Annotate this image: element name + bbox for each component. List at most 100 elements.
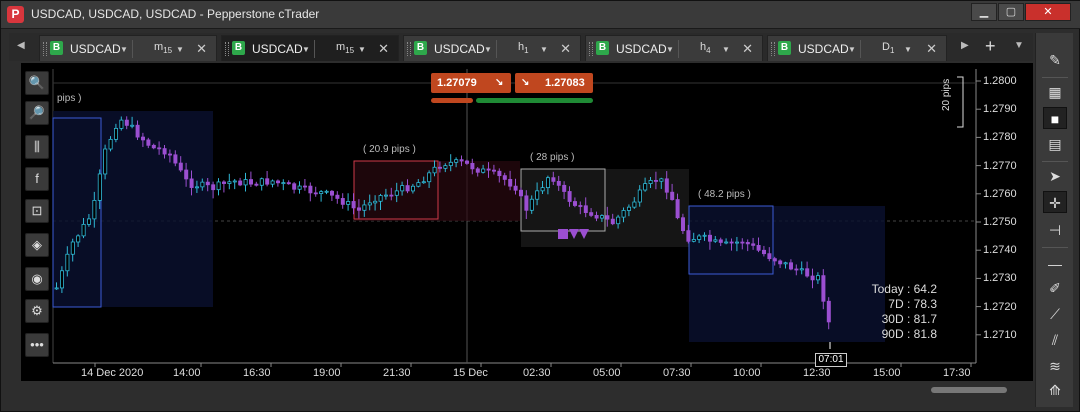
tab-scroll-left-icon[interactable]: ◀ xyxy=(17,40,25,51)
tab-close-icon[interactable]: ✕ xyxy=(926,41,937,57)
tab-usdcad-d1[interactable]: B USDCAD ▼ D1 ▼ ✕ xyxy=(767,35,947,61)
horizontal-scrollbar[interactable] xyxy=(931,387,1007,393)
x-axis-label: 12:30 xyxy=(803,367,831,379)
y-axis-label: 1.2760 xyxy=(983,187,1017,200)
chevron-down-icon[interactable]: ▼ xyxy=(848,45,856,54)
app-logo-icon: P xyxy=(7,6,24,23)
fib-icon[interactable]: ⟋ xyxy=(1043,303,1067,325)
chevron-down-icon[interactable]: ▼ xyxy=(484,45,492,54)
pencil-icon[interactable]: ✐ xyxy=(1043,277,1067,299)
timeframe-label[interactable]: D1 xyxy=(882,41,894,55)
candle-body xyxy=(383,194,388,197)
candle-body xyxy=(772,258,777,262)
chevron-down-icon[interactable]: ▼ xyxy=(666,45,674,54)
tab-grip-icon[interactable] xyxy=(589,42,593,56)
x-axis-label: 17:30 xyxy=(943,367,971,379)
timeframe-label[interactable]: m15 xyxy=(154,41,172,55)
tab-grip-icon[interactable] xyxy=(43,42,47,56)
candle-body xyxy=(194,186,199,189)
candle-body xyxy=(745,242,750,245)
candle-body xyxy=(205,181,210,186)
candles-icon[interactable]: ⫼ xyxy=(25,135,49,159)
trade-marker[interactable] xyxy=(558,229,568,239)
sell-arrow-icon: ↘ xyxy=(495,77,504,88)
chevron-down-icon[interactable]: ▼ xyxy=(540,45,548,54)
tab-grip-icon[interactable] xyxy=(771,42,775,56)
candle-body xyxy=(114,127,119,140)
candle-body xyxy=(254,183,259,186)
tab-usdcad-m15-b[interactable]: B USDCAD ▼ m15 ▼ ✕ xyxy=(221,35,399,61)
chevron-down-icon[interactable]: ▼ xyxy=(722,45,730,54)
candle-body xyxy=(427,172,432,183)
candle-body xyxy=(297,185,302,190)
single-window-icon[interactable]: ■ xyxy=(1043,107,1067,129)
candle-body xyxy=(778,260,783,265)
candle-body xyxy=(605,215,610,220)
close-window-button[interactable]: ✕ xyxy=(1025,3,1071,21)
minimize-button[interactable]: ▁ xyxy=(971,3,997,21)
chevron-down-icon[interactable]: ▼ xyxy=(904,45,912,54)
candle-body xyxy=(211,184,216,191)
candle-body xyxy=(621,210,626,218)
grid-icon[interactable]: ▦ xyxy=(1043,81,1067,103)
sell-button[interactable]: 1.27079 ↘ xyxy=(431,73,511,93)
chart-settings-icon[interactable]: ⚙ xyxy=(25,299,49,323)
candle-body xyxy=(97,173,102,201)
tab-close-icon[interactable]: ✕ xyxy=(196,41,207,57)
candle-body xyxy=(535,190,540,200)
tab-menu-icon[interactable]: ▼ xyxy=(1014,40,1024,51)
more-icon[interactable]: ••• xyxy=(25,333,49,357)
candle-body xyxy=(151,144,156,149)
candle-body xyxy=(491,169,496,172)
x-axis-label: 10:00 xyxy=(733,367,761,379)
tab-scroll-right-icon[interactable]: ▶ xyxy=(961,40,969,51)
candle-body xyxy=(76,235,81,243)
x-axis-label: 07:30 xyxy=(663,367,691,379)
chevron-down-icon[interactable]: ▼ xyxy=(120,45,128,54)
split-window-icon[interactable]: ▤ xyxy=(1043,133,1067,155)
crosshair-icon[interactable]: ✛ xyxy=(1043,191,1067,213)
measure-icon[interactable]: ⊣ xyxy=(1043,219,1067,241)
tab-grip-icon[interactable] xyxy=(225,42,229,56)
robot-icon[interactable]: ⊡ xyxy=(25,199,49,223)
tab-grip-icon[interactable] xyxy=(407,42,411,56)
candle-body xyxy=(508,179,513,187)
zoom-out-icon[interactable]: 🔎 xyxy=(25,101,49,125)
tab-usdcad-h4[interactable]: B USDCAD ▼ h4 ▼ ✕ xyxy=(585,35,763,61)
hline-icon[interactable]: — xyxy=(1043,253,1067,275)
y-axis-label: 1.2710 xyxy=(983,328,1017,341)
timeframe-label[interactable]: h1 xyxy=(518,41,529,55)
add-tab-button[interactable]: + xyxy=(985,36,996,57)
tab-usdcad-h1[interactable]: B USDCAD ▼ h1 ▼ ✕ xyxy=(403,35,581,61)
candle-body xyxy=(167,153,172,156)
eye-icon[interactable]: ◉ xyxy=(25,267,49,291)
timeframe-label[interactable]: m15 xyxy=(336,41,354,55)
timeframe-label[interactable]: h4 xyxy=(700,41,711,55)
tab-close-icon[interactable]: ✕ xyxy=(378,41,389,57)
toolbar-divider xyxy=(1042,247,1068,248)
channel-icon[interactable]: ≋ xyxy=(1043,355,1067,377)
chevron-down-icon[interactable]: ▼ xyxy=(302,45,310,54)
zoom-in-icon[interactable]: 🔍 xyxy=(25,71,49,95)
candle-body xyxy=(794,268,799,271)
x-axis-label: 16:30 xyxy=(243,367,271,379)
chevron-down-icon[interactable]: ▼ xyxy=(358,45,366,54)
edit-icon[interactable]: ✎ xyxy=(1043,49,1067,71)
tab-close-icon[interactable]: ✕ xyxy=(742,41,753,57)
layers-icon[interactable]: ◈ xyxy=(25,233,49,257)
candle-body xyxy=(724,241,729,244)
chevron-down-icon[interactable]: ▼ xyxy=(176,45,184,54)
candle-body xyxy=(189,178,194,188)
app-window: P USDCAD, USDCAD, USDCAD - Pepperstone c… xyxy=(0,0,1080,412)
buy-button[interactable]: ↘ 1.27083 xyxy=(515,73,593,93)
trendlines-icon[interactable]: ⫽ xyxy=(1043,329,1067,351)
fib-fan-icon[interactable]: ⟰ xyxy=(1043,379,1067,401)
candle-body xyxy=(437,166,442,169)
maximize-button[interactable]: ▢ xyxy=(998,3,1024,21)
candle-body xyxy=(362,204,367,211)
facebook-icon[interactable]: f xyxy=(25,167,49,191)
buy-volume-bar xyxy=(476,98,593,103)
cursor-icon[interactable]: ➤ xyxy=(1043,165,1067,187)
tab-close-icon[interactable]: ✕ xyxy=(560,41,571,57)
tab-usdcad-m15-a[interactable]: B USDCAD ▼ m15 ▼ ✕ xyxy=(39,35,217,61)
